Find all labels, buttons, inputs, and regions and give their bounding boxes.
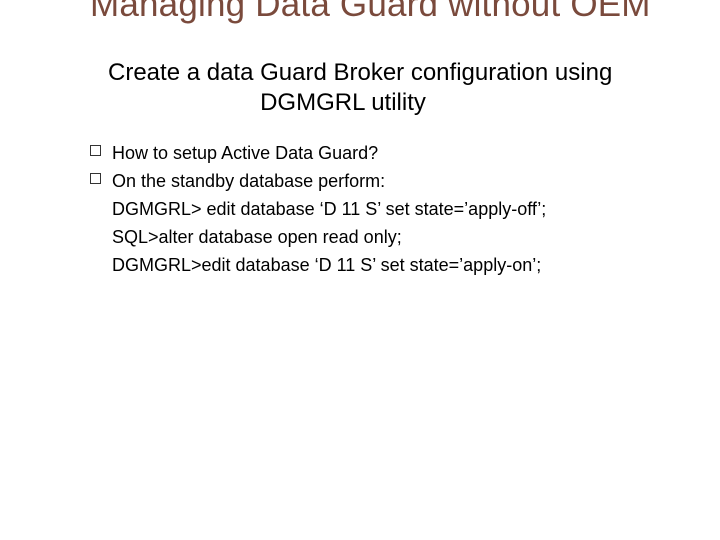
code-line: DGMGRL> edit database ‘D 11 S’ set state… bbox=[90, 196, 650, 222]
subtitle-line-2: DGMGRL utility bbox=[108, 88, 578, 118]
slide-title: Managing Data Guard without OEM bbox=[90, 0, 700, 24]
bullet-item: On the standby database perform: bbox=[90, 168, 650, 194]
code-line: DGMGRL>edit database ‘D 11 S’ set state=… bbox=[90, 252, 650, 278]
body-content: How to setup Active Data Guard? On the s… bbox=[90, 140, 650, 280]
code-line: SQL>alter database open read only; bbox=[90, 224, 650, 250]
subtitle-line-1: Create a data Guard Broker configuration… bbox=[108, 59, 612, 86]
slide: Managing Data Guard without OEM Create a… bbox=[0, 0, 720, 540]
checkbox-icon bbox=[90, 173, 101, 184]
bullet-text: How to setup Active Data Guard? bbox=[112, 143, 378, 163]
bullet-text: On the standby database perform: bbox=[112, 171, 385, 191]
checkbox-icon bbox=[90, 145, 101, 156]
slide-subtitle: Create a data Guard Broker configuration… bbox=[108, 58, 708, 118]
bullet-item: How to setup Active Data Guard? bbox=[90, 140, 650, 166]
